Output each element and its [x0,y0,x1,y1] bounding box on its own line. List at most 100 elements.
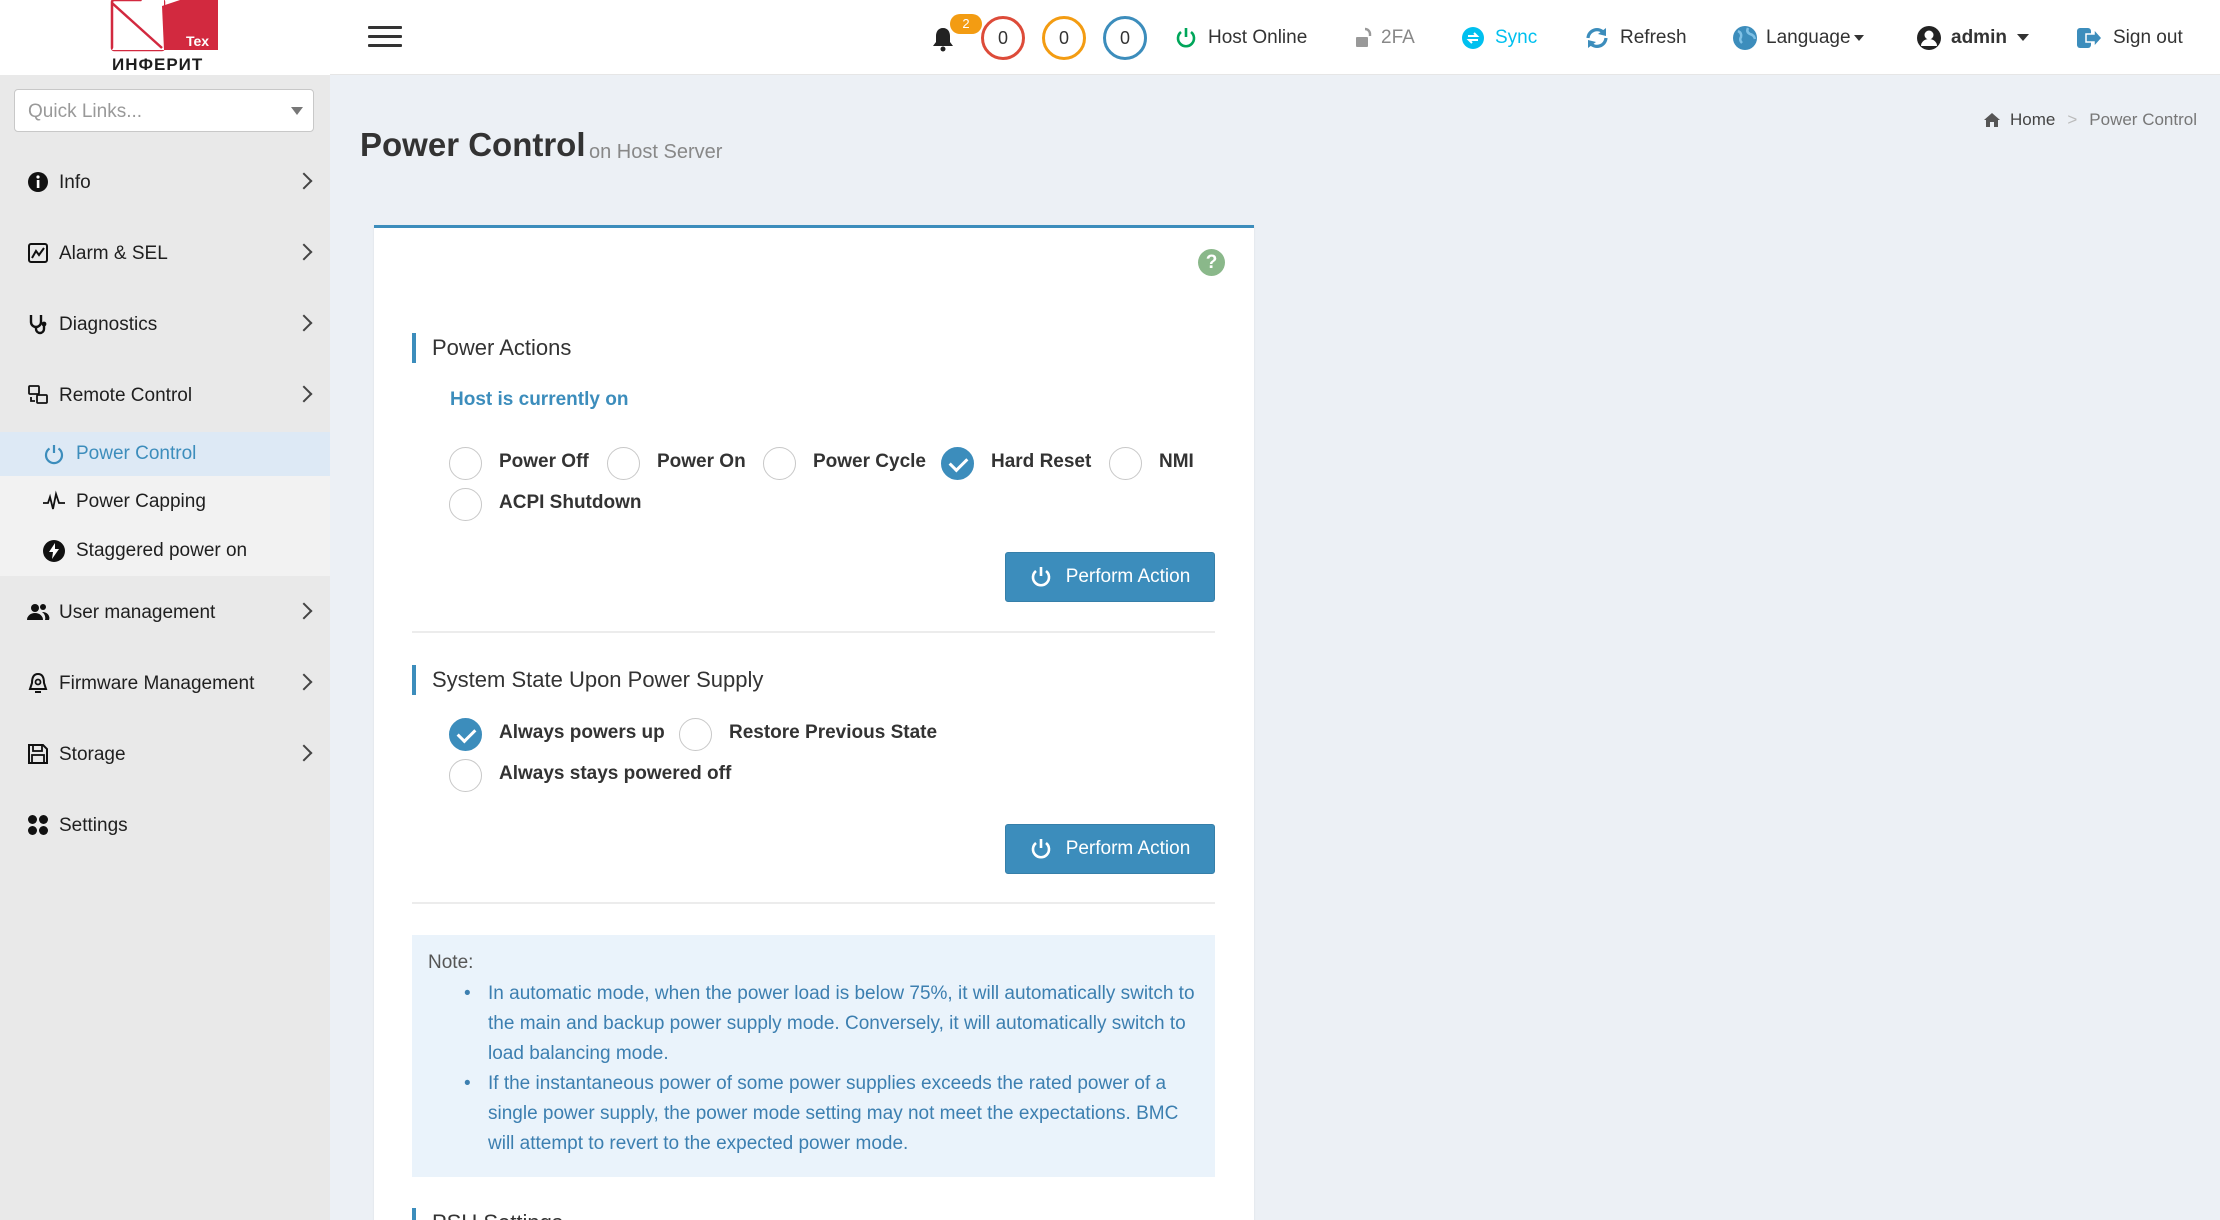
chevron-right-icon [295,243,313,261]
hamburger-menu-icon[interactable] [368,26,402,48]
sidebar-item-firmware-management[interactable]: Firmware Management [0,658,330,712]
perform-state-action-button[interactable]: Perform Action [1005,824,1215,874]
sign-out-button[interactable]: Sign out [2075,0,2183,75]
remote-control-icon [28,385,48,404]
radio-label-nmi[interactable]: NMI [1159,451,1194,473]
sign-out-icon [2077,26,2103,49]
radio-label-acpi-shutdown[interactable]: ACPI Shutdown [499,492,641,514]
sync-label: Sync [1495,26,1538,48]
twofa-label: 2FA [1381,26,1415,48]
critical-count[interactable]: 0 [981,16,1025,60]
breadcrumb-separator: > [2067,110,2078,129]
radio-power-on[interactable] [607,447,640,480]
sidebar-item-label: Staggered power on [76,540,248,561]
remote-control-submenu: Power Control Power Capping Staggered po… [0,432,330,576]
power-icon [1031,567,1050,587]
chevron-right-icon [295,602,313,620]
floppy-disk-icon [28,744,48,764]
radio-label-always-stays-powered-off[interactable]: Always stays powered off [499,763,731,785]
language-dropdown[interactable]: Language [1732,0,1864,75]
radio-always-stays-powered-off[interactable] [449,759,482,792]
radio-label-hard-reset[interactable]: Hard Reset [991,451,1091,473]
notifications[interactable]: 2 [928,14,982,64]
chevron-right-icon [295,385,313,403]
unlock-icon [1356,27,1372,47]
info-icon [28,172,48,192]
radio-label-power-cycle[interactable]: Power Cycle [813,451,926,473]
radio-power-cycle[interactable] [763,447,796,480]
refresh-label: Refresh [1620,26,1687,48]
radio-label-always-powers-up[interactable]: Always powers up [499,722,665,744]
chevron-right-icon [295,744,313,762]
chevron-down-icon [2016,34,2029,41]
sidebar-item-storage[interactable]: Storage [0,729,330,783]
chevron-right-icon [295,172,313,190]
sidebar-item-settings[interactable]: Settings [0,800,330,854]
perform-power-action-button[interactable]: Perform Action [1005,552,1215,602]
top-header: 2 0 0 0 Host Online 2FA Sync Refresh Lan… [330,0,2220,75]
breadcrumb: Home > Power Control [1983,110,2197,130]
radio-label-power-off[interactable]: Power Off [499,451,589,473]
host-status-label: Host Online [1208,26,1308,48]
page-title: Power Control [360,126,586,163]
host-status[interactable]: Host Online [1174,0,1307,75]
sidebar-item-label: User management [59,602,216,623]
globe-icon [1733,25,1757,50]
note-box: Note: In automatic mode, when the power … [412,935,1215,1177]
perform-action-label: Perform Action [1065,838,1191,859]
sidebar-item-label: Alarm & SEL [59,243,168,264]
logo-sub: Tex [186,33,210,49]
breadcrumb-current: Power Control [2089,110,2197,129]
warning-count[interactable]: 0 [1042,16,1086,60]
twofa-button[interactable]: 2FA [1355,0,1415,75]
sign-out-label: Sign out [2113,26,2183,48]
sidebar-item-alarm-sel[interactable]: Alarm & SEL [0,228,330,282]
note-item: If the instantaneous power of some power… [464,1069,1199,1159]
sidebar-item-label: Remote Control [59,385,193,406]
user-avatar-icon [1917,25,1941,50]
sidebar-item-label: Info [59,172,91,193]
notification-badge: 2 [950,14,982,34]
sync-button[interactable]: Sync [1461,0,1537,75]
chevron-down-icon [291,107,303,115]
sidebar-item-remote-control[interactable]: Remote Control [0,370,330,424]
radio-power-off[interactable] [449,447,482,480]
radio-restore-previous-state[interactable] [679,718,712,751]
refresh-button[interactable]: Refresh [1584,0,1687,75]
note-title: Note: [428,952,474,973]
sidebar-item-label: Diagnostics [59,314,158,335]
breadcrumb-home[interactable]: Home [2010,110,2055,130]
user-name: admin [1951,26,2007,48]
sidebar-item-user-management[interactable]: User management [0,587,330,641]
radio-label-power-on[interactable]: Power On [657,451,746,473]
sidebar-item-staggered-power-on[interactable]: Staggered power on [0,529,330,573]
psu-settings-title: PSU Settings [412,1208,563,1220]
sidebar: Tex ИНФЕРИТ Quick Links... Info Alarm & … [0,0,330,1220]
settings-grid-icon [28,815,48,835]
host-state-text: Host is currently on [450,389,629,410]
radio-always-powers-up[interactable] [449,718,482,751]
section-divider [412,902,1215,904]
radio-hard-reset[interactable] [941,447,974,480]
section-divider [412,631,1215,633]
help-icon[interactable]: ? [1198,249,1225,276]
logo-text: ИНФЕРИТ [112,55,204,74]
sidebar-item-power-control[interactable]: Power Control [0,432,330,476]
system-state-title: System State Upon Power Supply [412,665,763,695]
page-subtitle: on Host Server [589,141,723,163]
sidebar-item-diagnostics[interactable]: Diagnostics [0,299,330,353]
chevron-down-icon [1853,34,1864,41]
radio-nmi[interactable] [1109,447,1142,480]
info-count[interactable]: 0 [1103,16,1147,60]
radio-acpi-shutdown[interactable] [449,488,482,521]
sidebar-item-info[interactable]: Info [0,157,330,211]
sidebar-item-power-capping[interactable]: Power Capping [0,480,330,524]
language-label: Language [1766,26,1851,48]
quick-links-select[interactable]: Quick Links... [14,89,314,132]
user-dropdown[interactable]: admin [1916,0,2029,75]
logo[interactable]: Tex ИНФЕРИТ [0,0,330,75]
sidebar-item-label: Settings [59,815,128,836]
radio-label-restore-previous-state[interactable]: Restore Previous State [729,722,937,744]
note-list: In automatic mode, when the power load i… [464,979,1199,1159]
stethoscope-icon [29,315,47,335]
